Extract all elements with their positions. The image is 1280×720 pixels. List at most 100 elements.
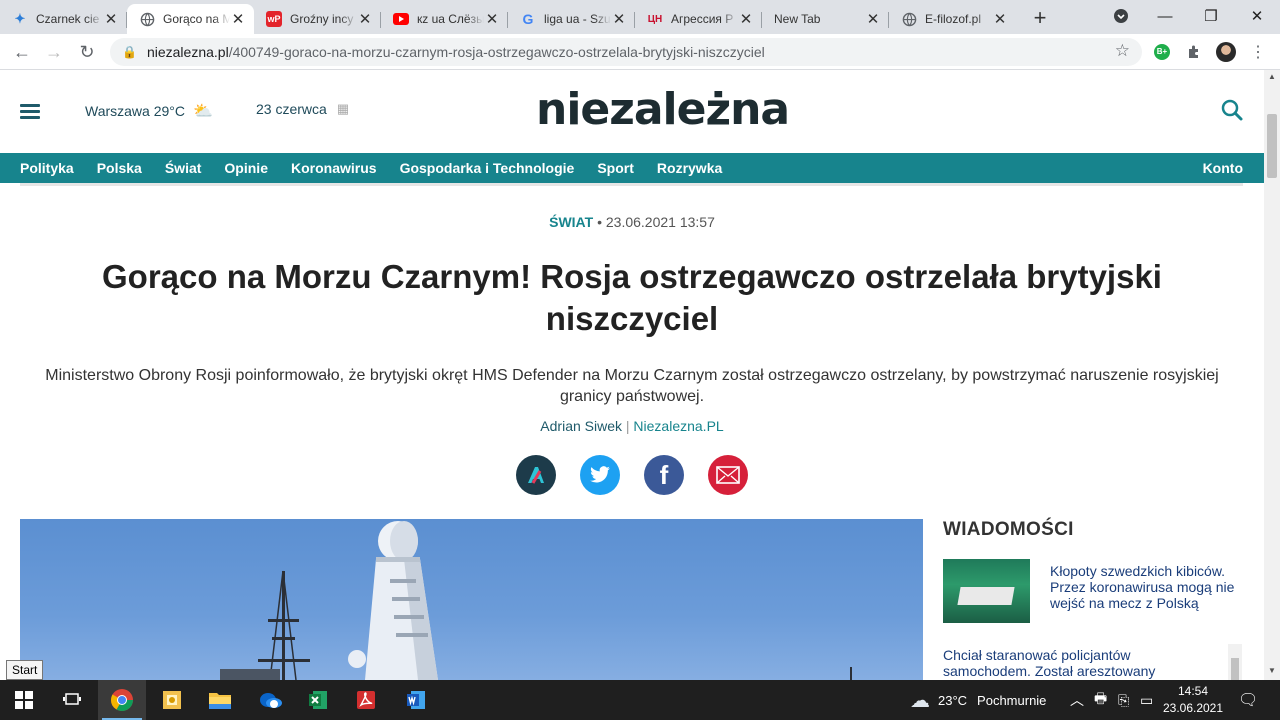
weather-widget: Warszawa 29°C ⛅: [85, 101, 213, 121]
google-icon: G: [522, 11, 534, 27]
news-headline[interactable]: Kłopoty szwedzkich kibiców. Przez korona…: [1050, 563, 1245, 611]
author-link[interactable]: Adrian Siwek: [540, 418, 622, 434]
browser-tab-active[interactable]: Gorąco na M ✕: [127, 4, 254, 34]
extension-badge-icon[interactable]: B+: [1148, 38, 1176, 66]
tab-title: Groźny incy: [290, 12, 354, 26]
restore-button[interactable]: ❐: [1188, 0, 1234, 32]
clock-date: 23.06.2021: [1162, 701, 1224, 715]
close-tab-icon[interactable]: ✕: [484, 10, 500, 28]
page-scrollbar[interactable]: ▲ ▼: [1264, 70, 1280, 680]
network-icon[interactable]: ⎘: [1118, 680, 1129, 720]
bookmark-star-icon[interactable]: ☆: [1115, 41, 1130, 61]
site-header: Warszawa 29°C ⛅ 23 czerwca ▦ niezależna: [0, 70, 1264, 153]
file-explorer-icon[interactable]: [196, 680, 244, 720]
globe-icon: [901, 11, 917, 27]
notifications-icon[interactable]: 🗨: [1238, 680, 1258, 720]
browser-tab[interactable]: кz ua Слёзы ✕: [381, 4, 508, 34]
profile-avatar[interactable]: [1212, 38, 1240, 66]
article-datetime: 23.06.2021 13:57: [605, 214, 715, 230]
weather-text: Warszawa 29°C: [85, 103, 185, 119]
new-tab-button[interactable]: +: [1026, 4, 1054, 32]
back-button[interactable]: ←: [8, 38, 36, 66]
date-widget: 23 czerwca ▦: [256, 101, 349, 117]
outlook-notes-icon[interactable]: [148, 680, 196, 720]
browser-tab[interactable]: E-filozof.pl ✕: [889, 4, 1016, 34]
system-clock[interactable]: 14:54 23.06.2021: [1162, 683, 1224, 717]
start-tooltip: Start: [6, 660, 44, 680]
close-tab-icon[interactable]: ✕: [611, 10, 627, 28]
puzzle-icon: ✦: [14, 11, 26, 26]
share-buttons: f: [516, 455, 748, 495]
browser-tab[interactable]: wP Groźny incy ✕: [254, 4, 381, 34]
forward-button[interactable]: →: [40, 38, 68, 66]
close-tab-icon[interactable]: ✕: [357, 10, 373, 28]
facebook-share-icon[interactable]: f: [644, 455, 684, 495]
sidebar-news-item[interactable]: Kłopoty szwedzkich kibiców. Przez korona…: [943, 559, 1243, 623]
browser-tab-strip: ✦ Czarnek cie ✕ Gorąco na M ✕ wP Groźny …: [0, 0, 1280, 34]
article-category[interactable]: ŚWIAT: [549, 214, 593, 230]
browser-tab[interactable]: ✦ Czarnek cie ✕: [0, 4, 127, 34]
close-window-button[interactable]: ✕: [1234, 0, 1280, 32]
task-view-icon[interactable]: [48, 680, 96, 720]
sidebar-news-item-text[interactable]: Chciał staranować policjantów samochodem…: [943, 647, 1213, 679]
clock-time: 14:54: [1177, 684, 1209, 698]
close-tab-icon[interactable]: ✕: [738, 10, 754, 28]
browser-tab[interactable]: G liga ua - Szu ✕: [508, 4, 635, 34]
menu-hamburger-icon[interactable]: [20, 104, 40, 119]
source-link[interactable]: Niezalezna.PL: [633, 418, 723, 434]
nav-item-swiat[interactable]: Świat: [165, 160, 202, 176]
nav-item-opinie[interactable]: Opinie: [224, 160, 268, 176]
twitter-share-icon[interactable]: [580, 455, 620, 495]
lock-icon: 🔒: [122, 45, 137, 59]
excel-icon[interactable]: [294, 680, 342, 720]
windows-start-icon[interactable]: [0, 680, 48, 720]
close-tab-icon[interactable]: ✕: [865, 10, 881, 28]
youtube-icon: [393, 11, 409, 27]
scrollbar-thumb[interactable]: [1267, 114, 1277, 178]
display-icon[interactable]: ▭: [1140, 680, 1153, 720]
tab-title: Gorąco na M: [163, 12, 230, 26]
author-share-icon[interactable]: [516, 455, 556, 495]
close-tab-icon[interactable]: ✕: [230, 10, 246, 28]
nav-item-rozrywka[interactable]: Rozrywka: [657, 160, 722, 176]
site-logo[interactable]: niezależna: [536, 84, 790, 135]
tab-title: кz ua Слёзы: [417, 12, 484, 26]
article-lead: Ministerstwo Obrony Rosji poinformowało,…: [45, 367, 1219, 405]
minimize-button[interactable]: —: [1142, 0, 1188, 32]
nav-item-polityka[interactable]: Polityka: [20, 160, 74, 176]
tray-weather[interactable]: ☁ 23°C Pochmurnie: [910, 680, 1046, 720]
nav-item-sport[interactable]: Sport: [597, 160, 634, 176]
browser-tab[interactable]: ЦН Агрессия Р ✕: [635, 4, 762, 34]
reload-button[interactable]: ↻: [73, 38, 101, 66]
browser-menu-icon[interactable]: ⋮: [1244, 38, 1272, 66]
acrobat-icon[interactable]: [342, 680, 390, 720]
meta-dot: •: [597, 214, 606, 230]
sidebar-scrollbar[interactable]: [1228, 644, 1242, 680]
cloud-icon: ☁: [910, 689, 930, 712]
nav-item-koronawirus[interactable]: Koronawirus: [291, 160, 377, 176]
nav-divider: [20, 183, 1243, 186]
tray-weather-desc: Pochmurnie: [977, 692, 1047, 708]
browser-tab[interactable]: New Tab ✕: [762, 4, 889, 34]
printer-icon[interactable]: 🖶: [1094, 680, 1107, 720]
address-bar[interactable]: 🔒 niezalezna.pl/400749-goraco-na-morzu-c…: [110, 38, 1142, 66]
article-byline: Adrian Siwek | Niezalezna.PL: [0, 418, 1264, 434]
chrome-taskbar-icon[interactable]: [98, 680, 146, 720]
tab-search-button[interactable]: [1098, 0, 1144, 32]
tray-temperature: 23°C: [938, 692, 968, 708]
article-title: Gorąco na Morzu Czarnym! Rosja ostrzegaw…: [102, 258, 1162, 337]
word-icon[interactable]: [392, 680, 440, 720]
email-share-icon[interactable]: [708, 455, 748, 495]
close-tab-icon[interactable]: ✕: [103, 10, 119, 28]
nav-item-gospodarka[interactable]: Gospodarka i Technologie: [400, 160, 575, 176]
account-link[interactable]: Konto: [1203, 160, 1243, 176]
nav-item-polska[interactable]: Polska: [97, 160, 142, 176]
extensions-puzzle-icon[interactable]: [1180, 38, 1208, 66]
close-tab-icon[interactable]: ✕: [992, 10, 1008, 28]
search-icon[interactable]: [1220, 98, 1244, 122]
onedrive-icon[interactable]: [246, 680, 294, 720]
news-thumbnail[interactable]: [943, 559, 1030, 623]
article-meta: ŚWIAT • 23.06.2021 13:57: [0, 214, 1264, 230]
article-hero-image: [20, 519, 923, 680]
show-hidden-icons[interactable]: ︿: [1070, 680, 1084, 720]
